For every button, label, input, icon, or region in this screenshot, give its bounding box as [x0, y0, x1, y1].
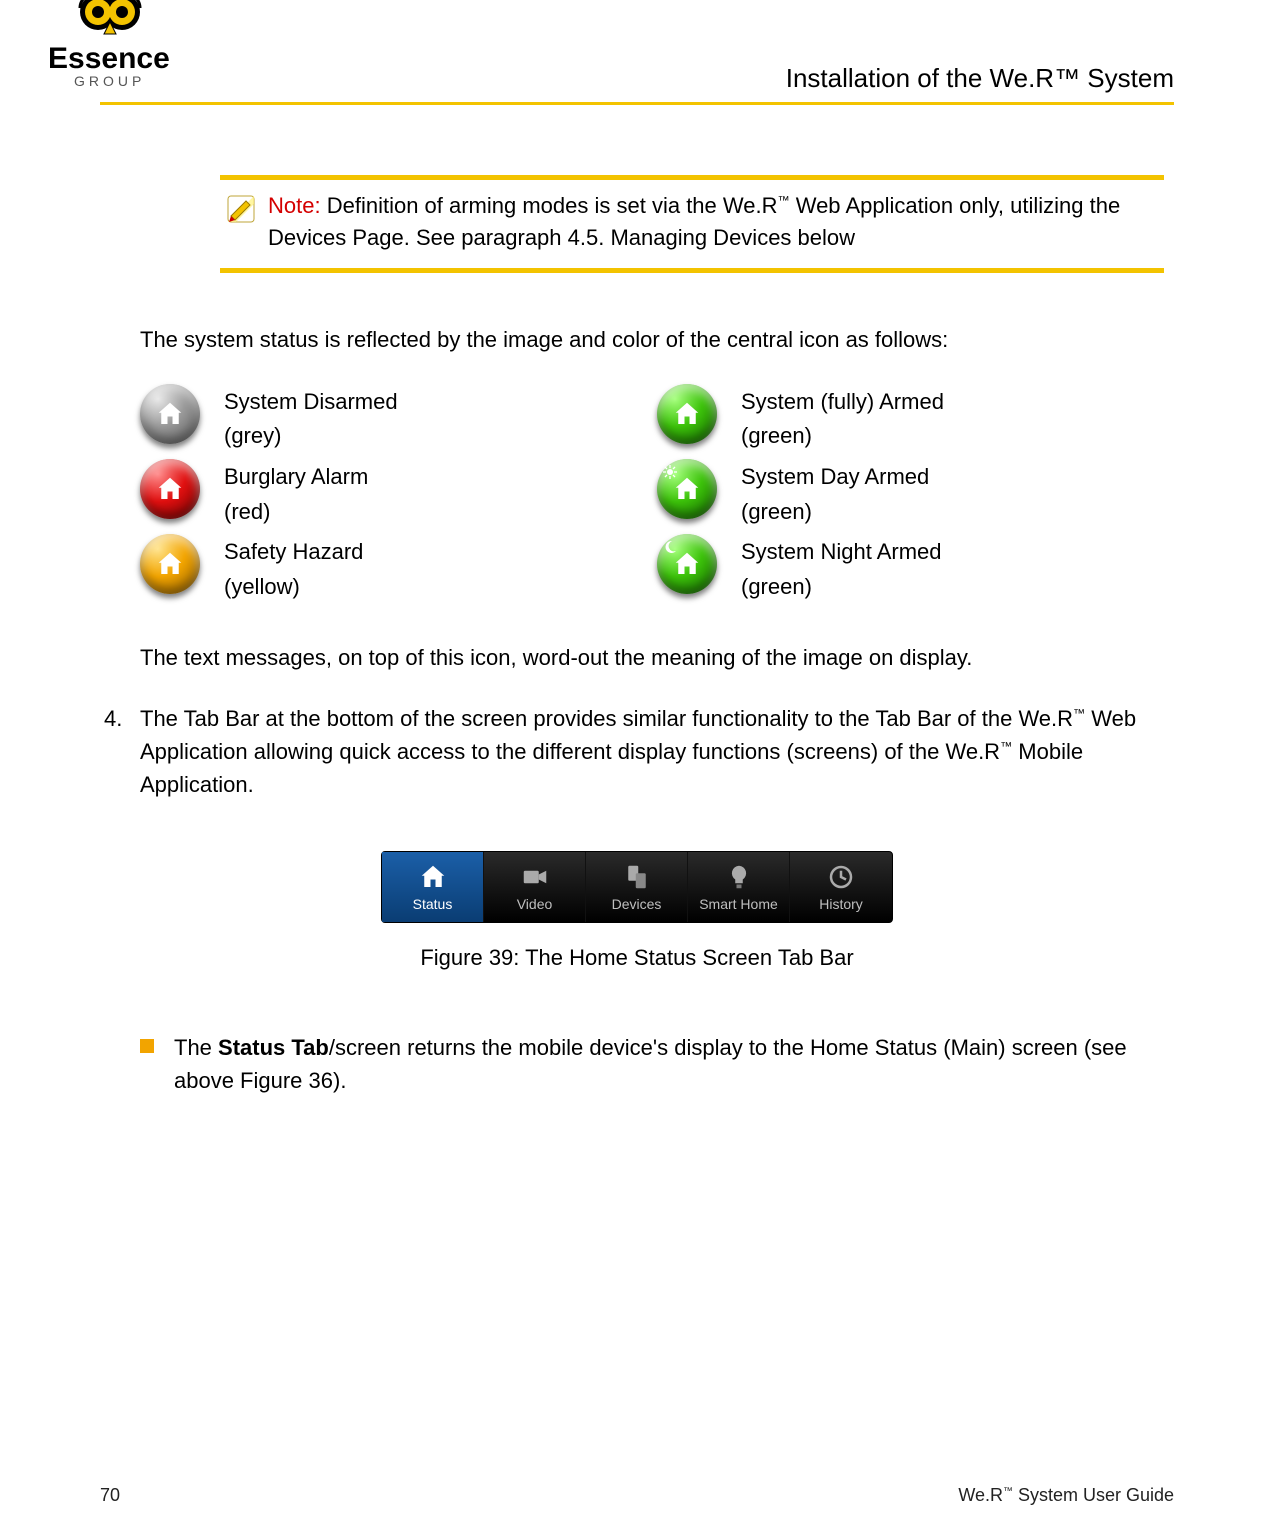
mobile-tab-bar: Status Video Devices Smart Home History [381, 851, 893, 923]
paragraph-after-icons: The text messages, on top of this icon, … [140, 641, 1174, 674]
item-number: 4. [104, 702, 140, 801]
tab-devices[interactable]: Devices [586, 852, 688, 922]
tab-status[interactable]: Status [382, 852, 484, 922]
list-item-4: 4. The Tab Bar at the bottom of the scre… [104, 702, 1174, 801]
paragraph-status-intro: The system status is reflected by the im… [140, 323, 1174, 356]
note-label: Note: [268, 193, 321, 218]
note-callout: Note: Definition of arming modes is set … [220, 175, 1164, 273]
home-icon-grey [140, 384, 200, 444]
status-day-armed: System Day Armed (green) [657, 459, 1174, 526]
home-icon-green [657, 384, 717, 444]
status-night-armed: System Night Armed (green) [657, 534, 1174, 601]
status-fully-armed: System (fully) Armed (green) [657, 384, 1174, 451]
devices-icon [622, 862, 652, 892]
status-burglary: Burglary Alarm (red) [140, 459, 657, 526]
svg-text:Essence: Essence [48, 42, 170, 75]
note-icon [224, 190, 268, 254]
bullet-status-tab: The Status Tab/screen returns the mobile… [140, 1031, 1174, 1097]
figure-tabbar: Status Video Devices Smart Home History … [100, 851, 1174, 971]
home-icon-yellow [140, 534, 200, 594]
tab-video[interactable]: Video [484, 852, 586, 922]
square-bullet-icon [140, 1039, 154, 1053]
brand-logo: Essence GROUP [40, 0, 180, 96]
history-icon [826, 862, 856, 892]
home-icon-green-day [657, 459, 717, 519]
moon-icon [663, 540, 677, 554]
status-safety: Safety Hazard (yellow) [140, 534, 657, 601]
guide-name: We.R™ System User Guide [958, 1485, 1174, 1506]
tab-smart-home[interactable]: Smart Home [688, 852, 790, 922]
home-icon-red [140, 459, 200, 519]
page-header: Essence GROUP Installation of the We.R™ … [100, 0, 1174, 105]
svg-text:GROUP: GROUP [74, 73, 145, 89]
home-icon [418, 862, 448, 892]
sun-icon [663, 465, 677, 479]
home-icon-green-night [657, 534, 717, 594]
status-disarmed: System Disarmed (grey) [140, 384, 657, 451]
bulb-icon [724, 862, 754, 892]
section-title: Installation of the We.R™ System [786, 63, 1174, 94]
video-icon [520, 862, 550, 892]
status-icon-grid: System Disarmed (grey) System (fully) Ar… [140, 384, 1174, 602]
note-text: Note: Definition of arming modes is set … [268, 190, 1158, 254]
tab-history[interactable]: History [790, 852, 892, 922]
figure-caption: Figure 39: The Home Status Screen Tab Ba… [100, 945, 1174, 971]
page-footer: 70 We.R™ System User Guide [100, 1485, 1174, 1506]
page-number: 70 [100, 1485, 120, 1506]
